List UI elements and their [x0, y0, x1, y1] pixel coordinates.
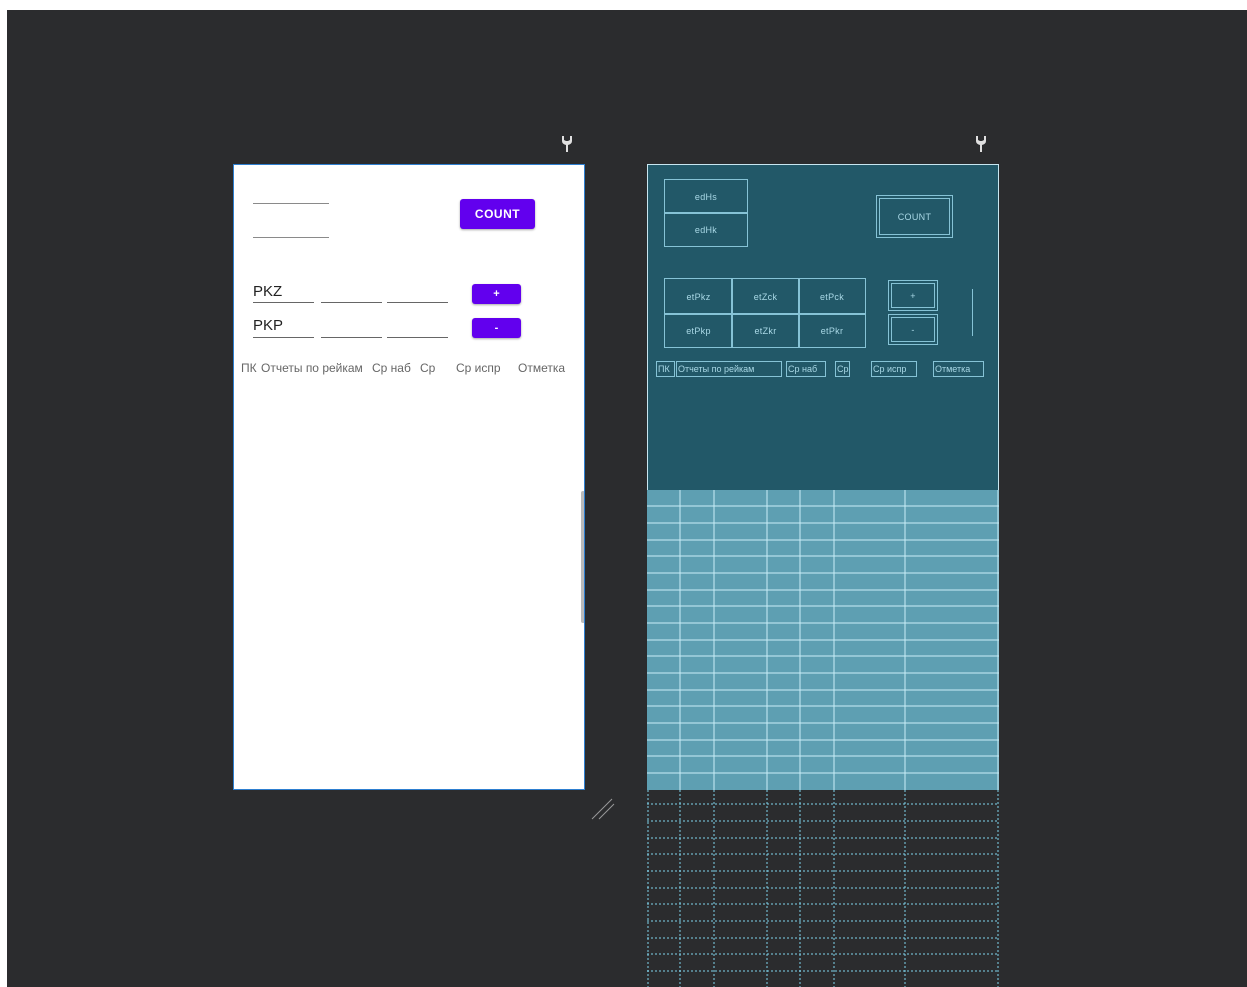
header-rod-readings: Отчеты по рейкам [261, 361, 363, 375]
pck-input[interactable] [387, 302, 448, 303]
bp-etpkz[interactable]: etPkz [664, 278, 733, 315]
design-preview: COUNT PKZ + PKP - ПК Отчеты по рейкам Ср… [233, 164, 585, 790]
minus-button[interactable]: - [472, 318, 521, 338]
bp-table-grid [647, 490, 999, 790]
pkz-field-label[interactable]: PKZ [253, 283, 282, 300]
bp-header-pk: ПК [656, 361, 675, 377]
layout-editor-canvas: COUNT PKZ + PKP - ПК Отчеты по рейкам Ср… [7, 10, 1247, 987]
bp-etpkr[interactable]: etPkr [798, 313, 866, 348]
blueprint-layout: edHs edHk COUNT etPkz etZck etPck etPkp … [647, 164, 999, 490]
pkr-input[interactable] [387, 337, 448, 338]
bp-etpck[interactable]: etPck [798, 278, 866, 315]
bp-header-avg-set: Ср наб [786, 361, 826, 377]
bp-minus-button[interactable]: - [888, 314, 938, 345]
bp-etpkp[interactable]: etPkp [664, 313, 733, 348]
bp-scrollbar [972, 289, 973, 336]
zkr-input[interactable] [321, 337, 382, 338]
plus-button[interactable]: + [472, 284, 521, 304]
header-avg-corrected: Ср испр [456, 361, 501, 375]
wrench-icon[interactable] [974, 135, 988, 153]
bp-etzkr[interactable]: etZkr [731, 313, 800, 348]
count-button[interactable]: COUNT [460, 199, 535, 229]
bp-edhk[interactable]: edHk [664, 212, 748, 247]
header-avg-set: Ср наб [372, 361, 411, 375]
bp-header-mark: Отметка [933, 361, 984, 377]
bp-plus-button[interactable]: + [888, 280, 938, 311]
zck-input[interactable] [321, 302, 382, 303]
header-mark: Отметка [518, 361, 566, 375]
vertical-scrollbar[interactable] [581, 491, 584, 623]
bp-edhs[interactable]: edHs [664, 179, 748, 214]
resize-handle-icon[interactable] [590, 793, 620, 823]
bp-header-avg: Ср [835, 361, 850, 377]
bp-overflow-rows [647, 790, 999, 987]
bp-header-rod-readings: Отчеты по рейкам [676, 361, 782, 377]
pkp-input[interactable] [253, 337, 314, 338]
bp-etzck[interactable]: etZck [731, 278, 800, 315]
blueprint-preview: edHs edHk COUNT etPkz etZck etPck etPkp … [647, 164, 999, 987]
bp-count-button[interactable]: COUNT [876, 195, 953, 238]
height-start-input[interactable] [253, 203, 329, 204]
height-end-input[interactable] [253, 237, 329, 238]
pkz-input[interactable] [253, 302, 314, 303]
pkp-field-label[interactable]: PKP [253, 317, 283, 334]
header-pk: ПК [241, 361, 257, 375]
bp-header-avg-corrected: Ср испр [871, 361, 917, 377]
header-avg: Ср [420, 361, 436, 375]
wrench-icon[interactable] [560, 135, 574, 153]
